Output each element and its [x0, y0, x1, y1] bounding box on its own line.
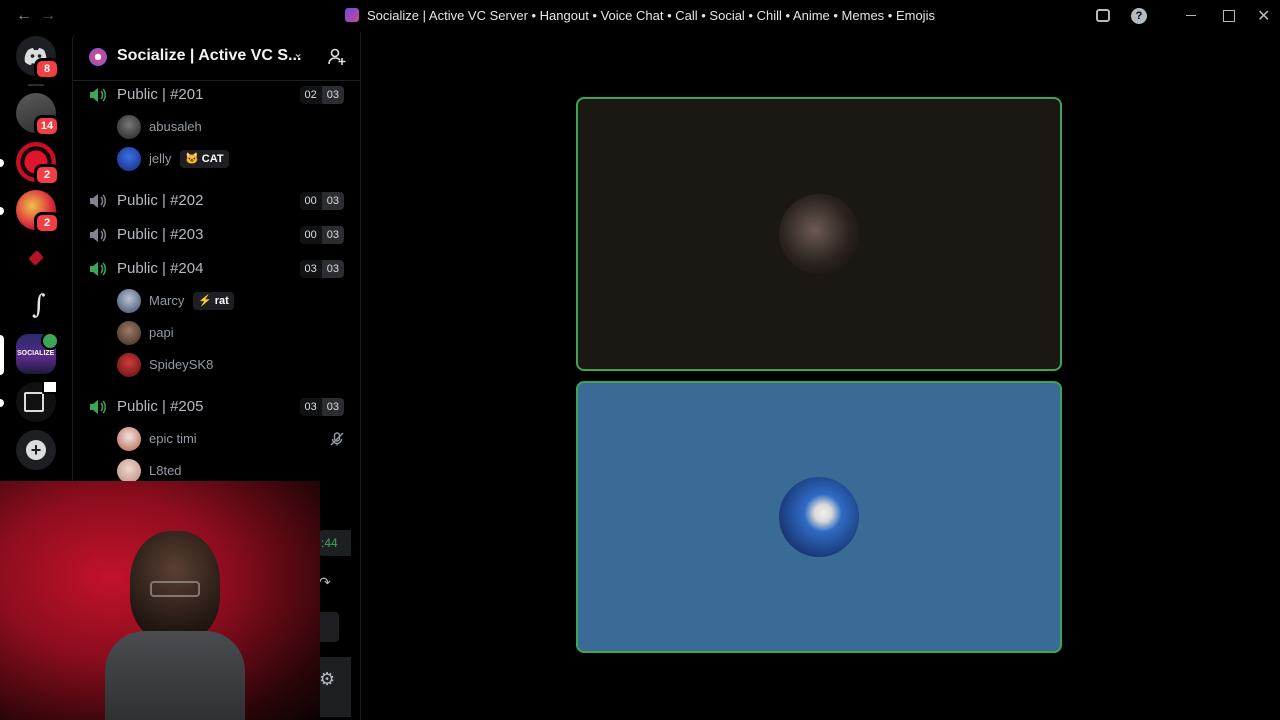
channel-name: Public | #205 [117, 398, 204, 415]
hook-icon: ∫ [32, 290, 46, 320]
voice-user[interactable]: papi [117, 319, 357, 347]
person-body [105, 631, 245, 720]
user-count: 02 03 [299, 86, 344, 104]
server-icon-4[interactable] [16, 238, 56, 278]
title-bar: ← → Socialize | Active VC Server • Hango… [0, 0, 1280, 32]
add-server-button[interactable]: + [16, 430, 56, 470]
glasses [150, 581, 200, 597]
speaker-icon [41, 332, 59, 350]
avatar [117, 459, 141, 483]
divider [28, 84, 44, 86]
voice-user[interactable]: SpideySK8 [117, 351, 357, 379]
voice-status-panel: :44 [319, 530, 351, 556]
server-label: SOCIALIZE [17, 350, 55, 357]
maximize-icon[interactable] [1223, 10, 1235, 22]
participant-avatar [779, 194, 859, 274]
user-count: 00 03 [299, 192, 344, 210]
username: L8ted [149, 463, 182, 478]
avatar [117, 147, 141, 171]
call-timer: :44 [321, 536, 338, 550]
disconnect-icon[interactable]: ↷ [319, 574, 331, 591]
user-tag: ⚡ rat [193, 292, 234, 310]
server-icon-5[interactable]: ∫ [16, 286, 56, 326]
close-icon[interactable]: ✕ [1257, 6, 1270, 26]
avatar [117, 115, 141, 139]
video-tile[interactable] [576, 97, 1062, 371]
plus-icon: + [26, 440, 46, 460]
home-button[interactable]: 8 [16, 36, 60, 80]
server-icon-2[interactable]: 2 [16, 142, 60, 186]
muted-mic-icon [330, 432, 344, 446]
chevron-down-icon[interactable]: ⌄ [293, 46, 303, 60]
notification-badge: 2 [34, 212, 60, 234]
add-member-icon[interactable] [327, 47, 347, 67]
unread-indicator [0, 399, 4, 407]
avatar [117, 427, 141, 451]
video-tile[interactable] [576, 381, 1062, 653]
inbox-icon[interactable] [1096, 9, 1110, 22]
username: SpideySK8 [149, 357, 214, 372]
channel-name: Public | #201 [117, 86, 204, 103]
username: epic timi [149, 431, 197, 446]
user-count: 03 03 [299, 398, 344, 416]
participant-avatar [779, 477, 859, 557]
gear-icon[interactable]: ⚙ [319, 669, 335, 690]
user-tag: 🐱 CAT [180, 150, 229, 168]
piano-icon [24, 392, 44, 412]
voice-channel[interactable]: Public | #205 03 03 [73, 393, 360, 421]
voice-user[interactable]: jelly 🐱 CAT [117, 145, 357, 173]
speaker-icon [90, 194, 106, 208]
webcam-overlay [0, 481, 320, 720]
unread-indicator [0, 207, 4, 215]
username: Marcy [149, 293, 185, 308]
channel-name: Public | #202 [117, 192, 204, 209]
minimize-icon[interactable] [1186, 15, 1196, 16]
avatar [117, 353, 141, 377]
username: abusaleh [149, 119, 202, 134]
voice-channel[interactable]: Public | #202 00 03 [73, 187, 360, 215]
lightning-icon: ⚡ [198, 295, 212, 307]
username: jelly [149, 151, 172, 166]
speaker-icon [90, 228, 106, 242]
window-title: Socialize | Active VC Server • Hangout •… [0, 8, 1280, 23]
voice-channel[interactable]: Public | #204 03 03 [73, 255, 360, 283]
screen-share-icon [42, 380, 58, 394]
selected-indicator [0, 335, 4, 375]
notification-badge: 8 [34, 58, 60, 80]
voice-user[interactable]: epic timi [117, 425, 357, 453]
server-icon-socialize[interactable]: SOCIALIZE [16, 332, 59, 374]
server-icon [345, 8, 360, 22]
unread-indicator [0, 159, 4, 167]
window-title-text: Socialize | Active VC Server • Hangout •… [367, 8, 935, 23]
server-icon-3[interactable]: 2 [16, 190, 60, 234]
avatar [117, 289, 141, 313]
server-icon-1[interactable]: 14 [16, 93, 60, 137]
voice-action-button[interactable] [319, 612, 339, 642]
voice-channel[interactable]: Public | #203 00 03 [73, 221, 360, 249]
channel-name: Public | #203 [117, 226, 204, 243]
speaker-icon [90, 88, 106, 102]
speaker-icon [90, 400, 106, 414]
help-icon[interactable]: ? [1131, 8, 1147, 24]
user-count: 03 03 [299, 260, 344, 278]
avatar [117, 321, 141, 345]
voice-user[interactable]: abusaleh [117, 113, 357, 141]
speaker-icon [90, 262, 106, 276]
server-icon-7[interactable] [16, 380, 58, 422]
server-name: Socialize | Active VC S... [117, 47, 302, 64]
voice-user[interactable]: Marcy ⚡ rat [117, 287, 357, 315]
channel-name: Public | #204 [117, 260, 204, 277]
server-banner-icon [89, 48, 107, 66]
cat-icon: 🐱 [185, 153, 199, 165]
gem-icon [28, 250, 44, 266]
user-count: 00 03 [299, 226, 344, 244]
username: papi [149, 325, 174, 340]
voice-channel[interactable]: Public | #201 02 03 [73, 81, 360, 109]
notification-badge: 14 [34, 115, 60, 137]
notification-badge: 2 [34, 164, 60, 186]
user-panel: ⚙ [319, 657, 351, 717]
server-header[interactable]: Socialize | Active VC S... ⌄ [73, 32, 360, 81]
